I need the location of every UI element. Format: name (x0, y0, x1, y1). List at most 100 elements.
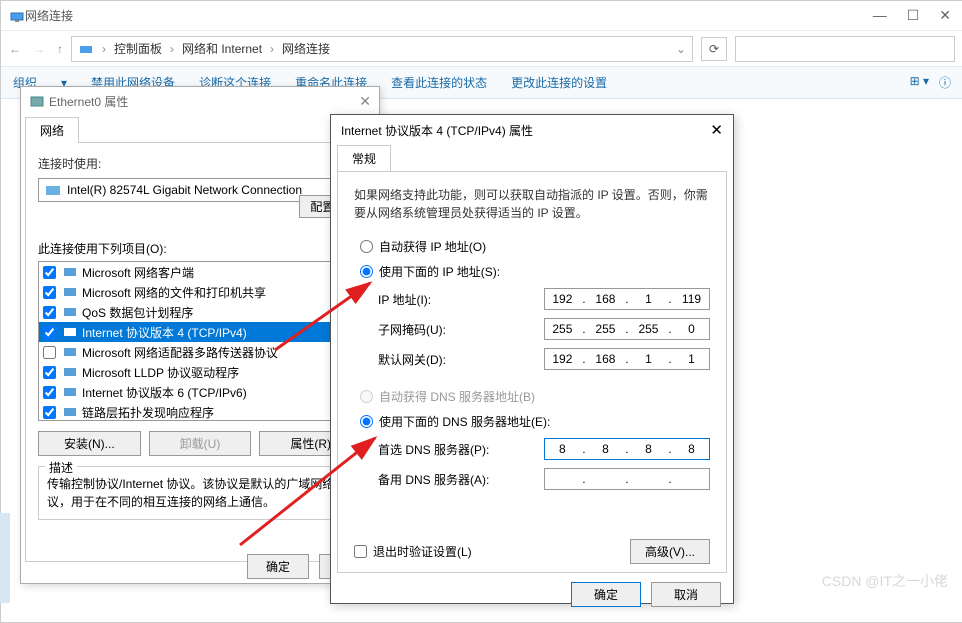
refresh-button[interactable]: ⟳ (701, 37, 727, 61)
item-label: Internet 协议版本 4 (TCP/IPv4) (82, 324, 247, 341)
ethernet-icon (29, 95, 45, 107)
gateway-label: 默认网关(D): (378, 351, 544, 368)
info-icon[interactable]: ⓘ (939, 74, 951, 91)
ip-octet[interactable]: 168 (590, 292, 620, 306)
manual-dns-radio[interactable]: 使用下面的 DNS 服务器地址(E): (360, 413, 710, 430)
item-label: Microsoft 网络的文件和打印机共享 (82, 284, 266, 301)
checkbox[interactable] (43, 346, 56, 359)
nav-bar: ← → ↑ › 控制面板 › 网络和 Internet › 网络连接 ⌄ ⟳ (1, 31, 962, 67)
network-icon (9, 10, 25, 22)
up-button[interactable]: ↑ (57, 42, 63, 56)
radio-manual-dns[interactable] (360, 415, 373, 428)
toolbar-item[interactable]: 查看此连接的状态 (391, 74, 487, 91)
ip-octet[interactable]: 255 (547, 322, 577, 336)
description-text: 传输控制协议/Internet 协议。该协议是默认的广域网络协议，用于在不同的相… (47, 475, 353, 511)
list-item[interactable]: 链路层拓扑发现响应程序 (39, 402, 361, 421)
breadcrumb-item[interactable]: 网络和 Internet (182, 40, 262, 57)
ip-octet[interactable]: 255 (590, 322, 620, 336)
breadcrumb-item[interactable]: 网络连接 (282, 40, 330, 57)
dns1-row: 首选 DNS 服务器(P): 8.8.8.8 (378, 438, 710, 460)
search-input[interactable] (735, 36, 955, 62)
list-item[interactable]: Internet 协议版本 6 (TCP/IPv6) (39, 382, 361, 402)
network-icon (78, 43, 94, 55)
adapter-name: Intel(R) 82574L Gigabit Network Connecti… (67, 183, 302, 197)
ip-octet[interactable]: 0 (676, 322, 706, 336)
items-label: 此连接使用下列项目(O): (38, 240, 362, 257)
checkbox[interactable] (43, 306, 56, 319)
ipv4-properties-dialog: Internet 协议版本 4 (TCP/IPv4) 属性 ✕ 常规 如果网络支… (330, 114, 734, 604)
ip-octet[interactable]: 8 (547, 442, 577, 456)
checkbox[interactable] (43, 266, 56, 279)
tab-content: 连接时使用: Intel(R) 82574L Gigabit Network C… (25, 142, 375, 562)
ip-octet[interactable]: 8 (633, 442, 663, 456)
item-label: Microsoft 网络客户端 (82, 264, 194, 281)
ip-octet[interactable]: 192 (547, 352, 577, 366)
ip-octet[interactable]: 1 (633, 352, 663, 366)
title-bar: 网络连接 — ☐ ✕ (1, 1, 962, 31)
dns2-input[interactable]: ... (544, 468, 710, 490)
protocol-icon (62, 286, 78, 298)
dialog-title: Internet 协议版本 4 (TCP/IPv4) 属性 (341, 122, 710, 139)
description-label: 描述 (45, 459, 77, 476)
auto-dns-label: 自动获得 DNS 服务器地址(B) (379, 388, 535, 405)
forward-button[interactable]: → (33, 42, 45, 56)
ip-octet[interactable]: 119 (676, 292, 706, 306)
tab-network[interactable]: 网络 (25, 117, 79, 143)
close-icon[interactable]: ✕ (710, 121, 723, 139)
tab-general[interactable]: 常规 (337, 145, 391, 171)
checkbox[interactable] (43, 406, 56, 419)
items-list[interactable]: Microsoft 网络客户端 Microsoft 网络的文件和打印机共享QoS … (38, 261, 362, 421)
ok-button[interactable]: 确定 (571, 582, 641, 607)
radio-auto-ip[interactable] (360, 240, 373, 253)
ip-octet[interactable]: 192 (547, 292, 577, 306)
ip-octet[interactable]: 255 (633, 322, 663, 336)
connection-label: 连接时使用: (38, 155, 362, 172)
manual-ip-radio[interactable]: 使用下面的 IP 地址(S): (360, 263, 710, 280)
list-item[interactable]: Microsoft 网络适配器多路传送器协议 (39, 342, 361, 362)
ok-button[interactable]: 确定 (247, 554, 309, 579)
ip-octet[interactable]: 8 (676, 442, 706, 456)
checkbox[interactable] (43, 366, 56, 379)
checkbox[interactable] (43, 286, 56, 299)
minimize-button[interactable]: — (873, 7, 887, 24)
cancel-button[interactable]: 取消 (651, 582, 721, 607)
list-item[interactable]: Microsoft 网络的文件和打印机共享 (39, 282, 361, 302)
breadcrumb-item[interactable]: 控制面板 (114, 40, 162, 57)
ip-octet[interactable]: 1 (676, 352, 706, 366)
list-item[interactable]: QoS 数据包计划程序 (39, 302, 361, 322)
subnet-mask-input[interactable]: 255.255.255.0 (544, 318, 710, 340)
close-icon[interactable]: ✕ (359, 93, 371, 110)
checkbox[interactable] (43, 326, 56, 339)
watermark: CSDN @IT之一小佬 (822, 571, 948, 591)
maximize-button[interactable]: ☐ (907, 7, 920, 24)
list-item[interactable]: Microsoft 网络客户端 (39, 262, 361, 282)
ip-address-input[interactable]: 192.168.1.119 (544, 288, 710, 310)
dns1-input[interactable]: 8.8.8.8 (544, 438, 710, 460)
auto-ip-label: 自动获得 IP 地址(O) (379, 238, 486, 255)
auto-ip-radio[interactable]: 自动获得 IP 地址(O) (360, 238, 710, 255)
exit-check-label: 退出时验证设置(L) (373, 543, 472, 560)
ip-octet[interactable]: 1 (633, 292, 663, 306)
breadcrumb[interactable]: › 控制面板 › 网络和 Internet › 网络连接 ⌄ (71, 36, 693, 62)
dialog-title-bar: Internet 协议版本 4 (TCP/IPv4) 属性 ✕ (331, 115, 733, 145)
radio-manual-ip[interactable] (360, 265, 373, 278)
protocol-icon (62, 326, 78, 338)
install-button[interactable]: 安装(N)... (38, 431, 141, 456)
view-icon[interactable]: ⊞ ▾ (910, 74, 929, 91)
description-group: 描述 传输控制协议/Internet 协议。该协议是默认的广域网络协议，用于在不… (38, 466, 362, 520)
ip-octet[interactable]: 168 (590, 352, 620, 366)
protocol-icon (62, 366, 78, 378)
list-item[interactable]: Internet 协议版本 4 (TCP/IPv4) (39, 322, 361, 342)
list-item[interactable]: Microsoft LLDP 协议驱动程序 (39, 362, 361, 382)
checkbox[interactable] (43, 386, 56, 399)
advanced-button[interactable]: 高级(V)... (630, 539, 710, 564)
toolbar-item[interactable]: 更改此连接的设置 (511, 74, 607, 91)
close-button[interactable]: ✕ (939, 7, 951, 24)
back-button[interactable]: ← (9, 42, 21, 56)
taskbar-edge (0, 513, 10, 603)
exit-validate-checkbox[interactable]: 退出时验证设置(L) (354, 543, 472, 560)
gateway-input[interactable]: 192.168.1.1 (544, 348, 710, 370)
ip-octet[interactable]: 8 (590, 442, 620, 456)
protocol-icon (62, 406, 78, 418)
checkbox-validate[interactable] (354, 545, 367, 558)
